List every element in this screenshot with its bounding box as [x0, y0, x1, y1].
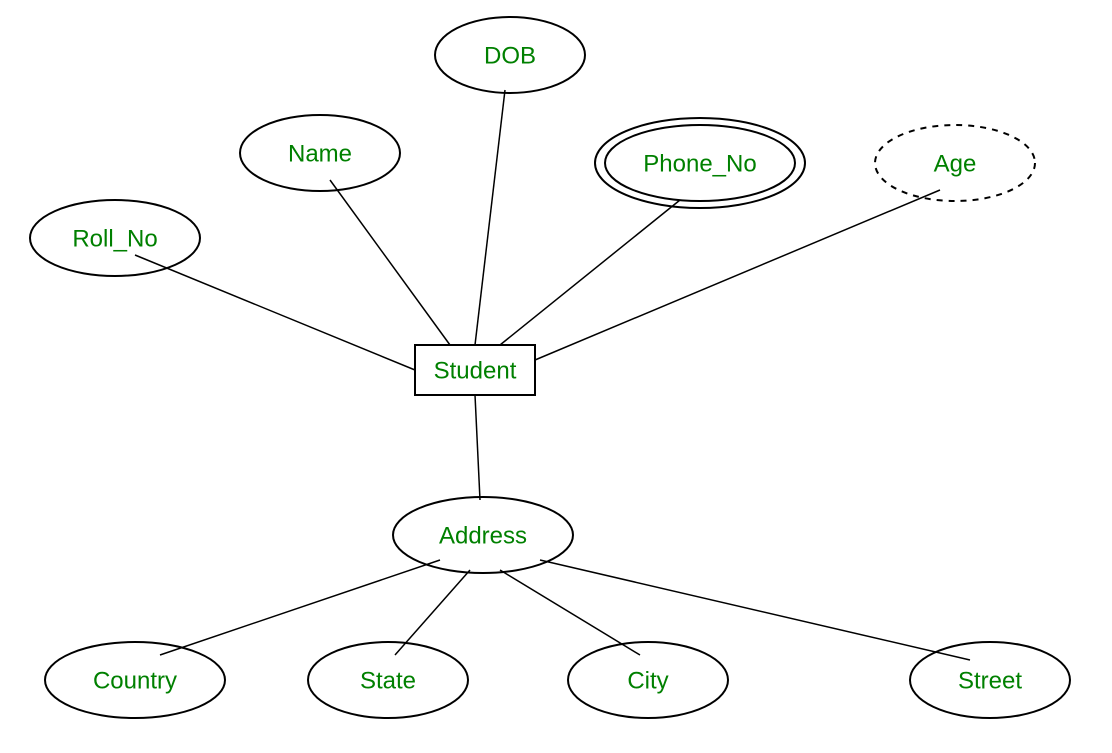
- attribute-country-label: Country: [93, 667, 177, 694]
- attribute-name: Name: [240, 115, 400, 191]
- edge-student-name: [330, 180, 450, 345]
- entity-student: Student: [415, 345, 535, 395]
- attribute-dob: DOB: [435, 17, 585, 93]
- attribute-state: State: [308, 642, 468, 718]
- attribute-city: City: [568, 642, 728, 718]
- edge-address-street: [540, 560, 970, 660]
- attribute-phone-no-label: Phone_No: [643, 150, 756, 177]
- attribute-street-label: Street: [958, 667, 1022, 694]
- attribute-city-label: City: [627, 667, 668, 694]
- attribute-roll-no: Roll_No: [30, 200, 200, 276]
- attribute-age-label: Age: [934, 150, 977, 177]
- edge-student-dob: [475, 90, 505, 345]
- attribute-name-label: Name: [288, 140, 352, 167]
- edge-student-phoneno: [500, 200, 680, 345]
- er-diagram: Student Roll_No Name DOB Phone_No Age Ad…: [0, 0, 1112, 753]
- attribute-address: Address: [393, 497, 573, 573]
- attribute-address-label: Address: [439, 522, 527, 549]
- attribute-state-label: State: [360, 667, 416, 694]
- edge-address-city: [500, 570, 640, 655]
- attribute-phone-no: Phone_No: [595, 118, 805, 208]
- attribute-roll-no-label: Roll_No: [72, 225, 157, 252]
- edge-student-age: [535, 190, 940, 360]
- edge-student-address: [475, 395, 480, 500]
- attribute-age: Age: [875, 125, 1035, 201]
- edge-address-country: [160, 560, 440, 655]
- edge-student-rollno: [135, 255, 415, 370]
- attribute-country: Country: [45, 642, 225, 718]
- entity-student-label: Student: [434, 357, 517, 384]
- attribute-dob-label: DOB: [484, 42, 536, 69]
- attribute-street: Street: [910, 642, 1070, 718]
